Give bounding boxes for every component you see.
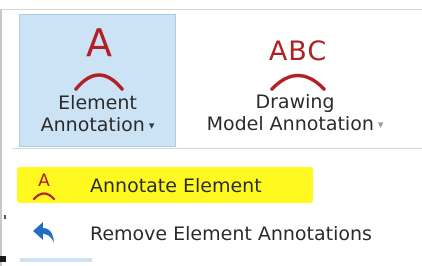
drawing-model-annotation-label-line1: Drawing — [255, 91, 335, 113]
annotate-element-icon: A — [68, 21, 130, 98]
side-marker — [4, 215, 6, 219]
window-left-edge — [0, 10, 2, 266]
element-annotation-button[interactable]: A Element Annotation ▾ — [19, 14, 176, 147]
drawing-model-annotation-label-text: Model Annotation — [206, 113, 374, 135]
annotate-abc-icon: ABC — [258, 32, 338, 96]
undo-arrow-icon — [31, 219, 57, 249]
screenshot: A Element Annotation ▾ ABC Drawing Model … — [0, 0, 422, 266]
drawing-model-annotation-button[interactable]: ABC Drawing Model Annotation ▾ — [180, 14, 410, 147]
menu-item-label: Annotate Element — [90, 175, 262, 197]
bottom-tab-strip — [20, 258, 92, 262]
element-annotation-label-line2: Annotation ▾ — [20, 115, 175, 136]
svg-text:A: A — [86, 23, 112, 65]
menu-item-annotate-element[interactable]: A Annotate Element — [17, 163, 417, 203]
menu-item-label: Remove Element Annotations — [90, 223, 372, 245]
ribbon: A Element Annotation ▾ ABC Drawing Model … — [0, 0, 422, 148]
element-annotation-label-line1: Element — [58, 92, 137, 114]
svg-text:ABC: ABC — [269, 36, 327, 67]
svg-text:A: A — [38, 171, 50, 191]
annotate-element-icon: A — [31, 171, 57, 201]
element-annotation-label-text: Annotation — [40, 114, 145, 136]
drawing-model-annotation-label-line2: Model Annotation ▾ — [180, 114, 410, 135]
chevron-down-icon[interactable]: ▾ — [149, 116, 155, 136]
bottom-left-marker — [0, 256, 6, 262]
ribbon-top-divider — [0, 9, 422, 10]
chevron-down-icon[interactable]: ▾ — [378, 115, 384, 135]
element-annotation-dropdown-menu: A Annotate Element Remove Element Annota… — [12, 148, 422, 266]
menu-item-remove-element-annotations[interactable]: Remove Element Annotations — [17, 211, 417, 251]
